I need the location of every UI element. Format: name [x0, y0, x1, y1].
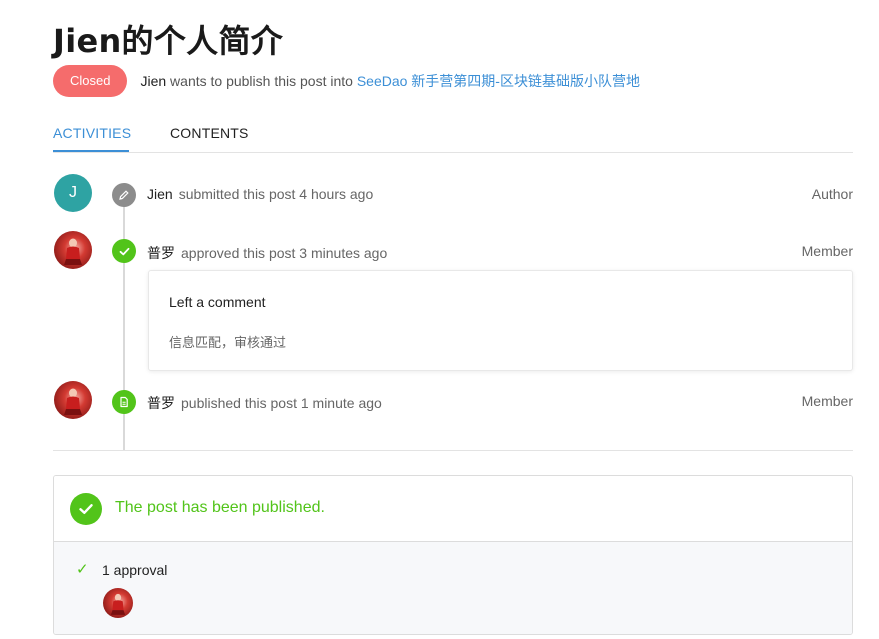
- tab-activities[interactable]: ACTIVITIES: [53, 125, 131, 141]
- activity-user[interactable]: Jien: [147, 186, 173, 202]
- check-icon: [112, 239, 136, 263]
- tab-bar: ACTIVITIES CONTENTS: [53, 118, 853, 153]
- tab-contents[interactable]: CONTENTS: [170, 125, 249, 141]
- status-badge: Closed: [53, 65, 128, 97]
- publish-action-text: wants to publish this post into: [166, 73, 357, 89]
- publish-description: Jien wants to publish this post into See…: [140, 71, 640, 91]
- activity-item-submitted: Jien submitted this post 4 hours ago: [147, 186, 373, 202]
- status-message: The post has been published.: [115, 499, 325, 516]
- check-icon: ✓: [76, 561, 89, 578]
- activity-user[interactable]: 普罗: [147, 395, 175, 411]
- avatar[interactable]: [54, 381, 92, 419]
- activity-item-published: 普罗 published this post 1 minute ago: [147, 393, 382, 413]
- page-title: Jien的个人简介: [53, 22, 284, 60]
- document-icon: [112, 390, 136, 414]
- comment-body: 信息匹配，审核通过: [169, 335, 287, 350]
- role-label: Member: [801, 243, 853, 259]
- activity-description: published this post 1 minute ago: [181, 395, 382, 411]
- activity-description: submitted this post 4 hours ago: [178, 186, 374, 202]
- avatar[interactable]: [54, 231, 92, 269]
- role-label: Author: [811, 186, 853, 202]
- pencil-icon: [112, 183, 136, 207]
- activity-description: approved this post 3 minutes ago: [181, 245, 388, 261]
- publish-status-panel: The post has been published. ✓ 1 approva…: [53, 475, 853, 635]
- comment-title: Left a comment: [169, 294, 266, 310]
- avatar-letter: J: [69, 184, 77, 201]
- activity-user[interactable]: 普罗: [147, 245, 175, 261]
- avatar[interactable]: J: [54, 174, 92, 212]
- status-header: The post has been published.: [54, 476, 852, 542]
- check-circle-icon: [70, 493, 102, 525]
- approver-avatar[interactable]: [103, 588, 133, 618]
- activity-item-approved: 普罗 approved this post 3 minutes ago: [147, 243, 387, 263]
- section-divider: [53, 450, 853, 451]
- approvals-section: ✓ 1 approval: [54, 542, 852, 634]
- role-label: Member: [801, 393, 853, 409]
- post-meta: Closed Jien wants to publish this post i…: [53, 65, 640, 97]
- approvals-count: 1 approval: [102, 562, 168, 578]
- active-tab-indicator: [53, 150, 129, 152]
- comment-card: Left a comment 信息匹配，审核通过: [148, 270, 853, 371]
- target-space-link[interactable]: SeeDao 新手营第四期-区块链基础版小队营地: [357, 73, 640, 89]
- author-name[interactable]: Jien: [140, 73, 166, 89]
